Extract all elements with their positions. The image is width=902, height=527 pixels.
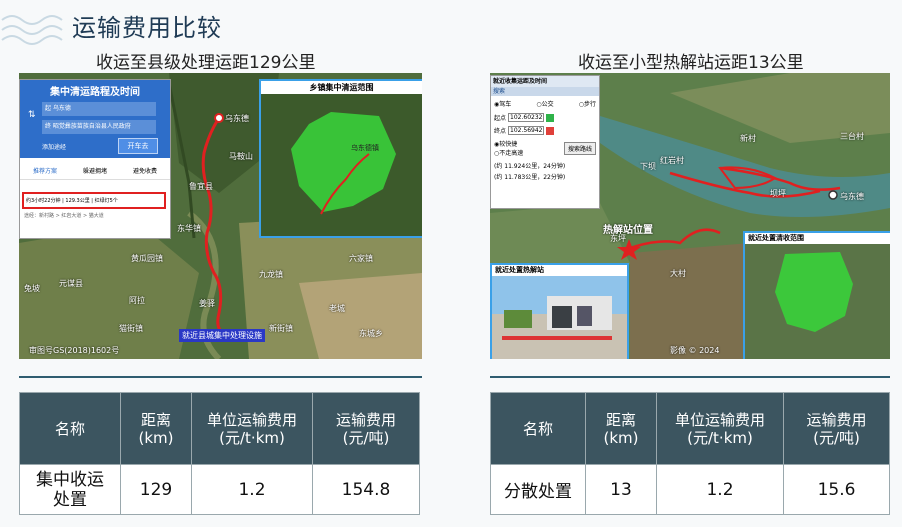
right-inset-area [745, 244, 890, 359]
station-photo-title: 就近处置热解站 [492, 265, 627, 276]
mode-walk[interactable]: ○步行 [579, 99, 596, 108]
left-cell-unit-cost: 1.2 [191, 464, 313, 515]
right-label-0: 东坪 [610, 234, 626, 243]
right-header-distance: 距离 (km) [585, 392, 657, 465]
swap-icon[interactable]: ⇅ [28, 110, 36, 120]
right-header-cost: 运输费用 (元/吨) [783, 392, 890, 465]
left-map: 乌东德 鲁宜县 元谋县 马鞍山 东华镇 黄瓜园镇 九龙镇 六家镇 兔坡 猫街镇 … [19, 73, 422, 359]
right-label-5: 大村 [670, 269, 686, 278]
left-label-9: 猫街镇 [119, 324, 143, 333]
right-watermark: 影像 © 2024 [670, 346, 720, 355]
left-label-1: 鲁宜县 [189, 182, 213, 191]
left-label-5: 黄瓜园镇 [131, 254, 163, 263]
left-header-cost: 运输费用 (元/吨) [312, 392, 420, 465]
route-panel-title: 集中清运路程及时间 [50, 87, 140, 98]
right-cell-cost: 15.6 [783, 464, 890, 515]
search-panel-title: 就近收集运距及时间 [491, 76, 599, 87]
left-inset-place: 乌东德镇 [351, 144, 379, 152]
left-cost-table: 名称 距离 (km) 单位运输费用 (元/t·km) 运输费用 (元/吨) 集中收运处… [19, 392, 420, 515]
right-label-1: 红岩村 [660, 156, 684, 165]
left-label-3: 马鞍山 [229, 152, 253, 161]
station-photo: 就近处置热解站 [490, 263, 629, 359]
mode-transit[interactable]: ○公交 [536, 99, 553, 108]
tab-avoid-congestion[interactable]: 躲避拥堵 [83, 166, 107, 175]
left-label-0: 乌东德 [225, 114, 249, 123]
right-label-4: 下坝 [640, 162, 656, 171]
page-title: 运输费用比较 [72, 14, 222, 42]
right-header-name: 名称 [490, 392, 586, 465]
left-label-7: 六家镇 [349, 254, 373, 263]
left-subtitle: 收运至县级处理运距129公里 [96, 53, 316, 73]
right-map: 热解站位置 东坪 红岩村 乌东德 三台村 下坝 大村 新村 坝坪 影像 © 20… [490, 73, 890, 359]
left-watermark: 审图号GS(2018)1602号 [29, 346, 120, 355]
right-label-6: 新村 [740, 134, 756, 143]
end-label: 终点 [494, 128, 507, 135]
right-origin-marker [828, 190, 838, 200]
left-label-11: 姜驿 [199, 299, 215, 308]
route-result-2[interactable]: (约 11.783公里，22分钟) [491, 172, 599, 181]
start-pin-icon[interactable] [546, 113, 555, 122]
left-cell-name: 集中收运处置 [19, 464, 121, 515]
left-label-4: 东华镇 [177, 224, 201, 233]
right-inset-title: 就近处置清收范围 [745, 233, 890, 244]
route-start-input[interactable]: 起 乌东德 [42, 102, 156, 116]
right-separator [490, 376, 890, 378]
right-cost-table: 名称 距离 (km) 单位运输费用 (元/t·km) 运输费用 (元/吨) 分散处置 … [490, 392, 890, 515]
left-label-2: 元谋县 [59, 279, 83, 288]
left-inset-map: 乡镇集中清运范围 乌东德镇 [259, 79, 422, 238]
left-label-8: 兔坡 [24, 284, 40, 293]
right-label-3: 三台村 [840, 132, 864, 141]
route-result-highlight[interactable]: 约3小时22分钟 | 129.3公里 | 红绿灯5个 [22, 192, 166, 209]
search-panel-header: 搜索 [491, 87, 599, 96]
search-panel: 就近收集运距及时间 搜索 ◉驾车 ○公交 ○步行 起点 102.60232 终点… [490, 75, 600, 209]
left-label-6: 九龙镇 [259, 270, 283, 279]
end-input[interactable]: 102.56942 [508, 126, 545, 135]
right-cell-unit-cost: 1.2 [656, 464, 784, 515]
left-header-unit-cost: 单位运输费用 (元/t·km) [191, 392, 313, 465]
left-bottom-label: 就近县城集中处理设施 [179, 329, 265, 342]
left-origin-marker [214, 113, 224, 123]
start-label: 起点 [494, 115, 507, 122]
right-label-2: 乌东德 [840, 192, 864, 201]
search-route-button[interactable]: 搜索路线 [563, 141, 596, 155]
route-result-1[interactable]: (约 11.924公里，24分钟) [491, 159, 599, 172]
route-panel: 集中清运路程及时间 ⇅ 起 乌东德 终 昭觉彝族苗族自治县人民政府 添加途经 开… [19, 79, 171, 239]
route-end-input[interactable]: 终 昭觉彝族苗族自治县人民政府 [42, 120, 156, 134]
right-cell-distance: 13 [585, 464, 657, 515]
end-pin-icon[interactable] [546, 126, 555, 135]
right-header-unit-cost: 单位运输费用 (元/t·km) [656, 392, 784, 465]
left-header-name: 名称 [19, 392, 121, 465]
option-fast[interactable]: ◉较快捷 [494, 139, 523, 148]
left-cell-cost: 154.8 [312, 464, 420, 515]
left-label-14: 东城乡 [359, 329, 383, 338]
station-photo-image [492, 276, 627, 359]
option-no-highway[interactable]: ○不走高速 [494, 148, 523, 157]
tab-recommended[interactable]: 推荐方案 [33, 166, 57, 175]
left-cell-distance: 129 [120, 464, 192, 515]
right-label-7: 坝坪 [770, 189, 786, 198]
tab-avoid-toll[interactable]: 避免收费 [133, 166, 157, 175]
left-label-13: 老城 [329, 304, 345, 313]
right-cell-name: 分散处置 [490, 464, 586, 515]
left-label-12: 阿拉 [129, 296, 145, 305]
start-input[interactable]: 102.60232 [508, 113, 545, 122]
right-inset-map: 就近处置清收范围 [743, 231, 890, 359]
drive-go-button[interactable]: 开车去 [118, 138, 158, 154]
mode-drive[interactable]: ◉驾车 [494, 99, 511, 108]
left-separator [19, 376, 422, 378]
left-label-10: 新街镇 [269, 324, 293, 333]
route-via-text: 途经：新村路 > 红岩大道 > 猫大道 [24, 213, 104, 219]
add-waypoint-link[interactable]: 添加途经 [42, 142, 66, 151]
right-subtitle: 收运至小型热解站运距13公里 [578, 53, 804, 73]
left-inset-area [261, 94, 422, 236]
left-header-distance: 距离 (km) [120, 392, 192, 465]
left-inset-title: 乡镇集中清运范围 [261, 81, 422, 94]
wave-decoration-icon [1, 15, 63, 45]
